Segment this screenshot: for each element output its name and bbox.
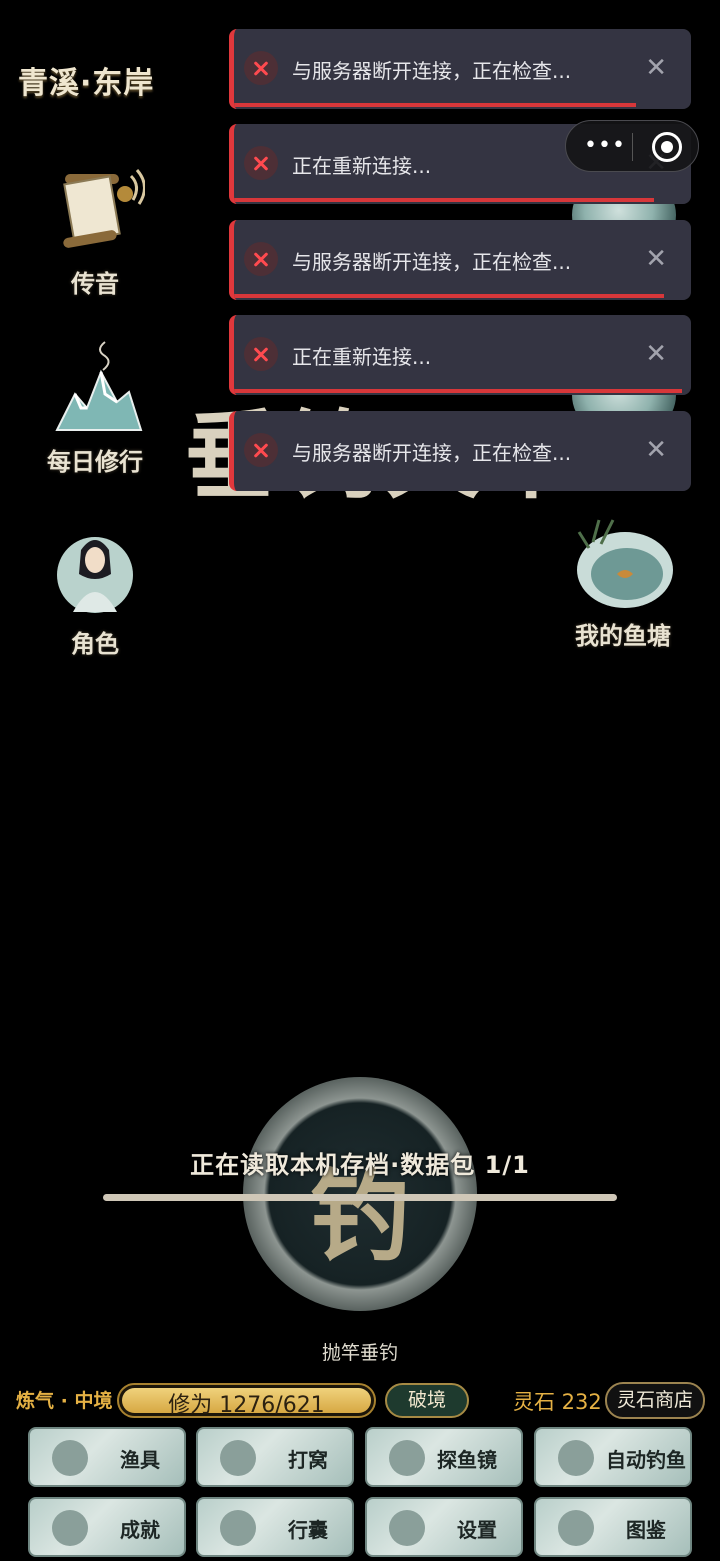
side-item-label: 每日修行 [47, 448, 143, 476]
toast-progress-bar [234, 198, 655, 202]
book-icon [52, 1510, 88, 1546]
inventory-button[interactable]: 行囊 [196, 1497, 354, 1557]
cultivation-progress: 修为 1276/621 [117, 1383, 376, 1418]
button-label: 自动钓鱼 [606, 1448, 686, 1472]
toast-progress-bar [234, 389, 682, 393]
bag-icon [220, 1510, 256, 1546]
fishing-rod-icon [558, 1440, 594, 1476]
fishing-gear-icon [52, 1440, 88, 1476]
target-circle-icon[interactable] [652, 132, 682, 162]
mirror-icon [389, 1440, 425, 1476]
catalog-book-icon [558, 1510, 594, 1546]
location-title: 青溪·东岸 [18, 66, 155, 101]
realm-label: 炼气 · 中境 [16, 1390, 113, 1412]
close-icon[interactable]: ✕ [645, 242, 667, 276]
scroll-bell-icon [45, 160, 146, 260]
settings-button[interactable]: 设置 [365, 1497, 523, 1557]
catalog-button[interactable]: 图鉴 [534, 1497, 692, 1557]
toast-message: 与服务器断开连接，正在检查... [292, 59, 572, 83]
button-label: 设置 [457, 1518, 497, 1542]
character-portrait-icon [45, 520, 145, 620]
cultivation-text: 修为 1276/621 [168, 1393, 325, 1418]
gear-button[interactable]: 渔具 [28, 1427, 186, 1487]
error-icon [244, 337, 278, 371]
spirit-stone-count: 灵石 232 [513, 1390, 602, 1414]
side-item-label: 传音 [71, 270, 119, 298]
bait-button[interactable]: 打窝 [196, 1427, 354, 1487]
bait-icon [220, 1440, 256, 1476]
toast-notification: 正在重新连接... ✕ [229, 315, 691, 395]
button-label: 图鉴 [626, 1518, 666, 1542]
spirit-shop-button[interactable]: 灵石商店 [605, 1382, 705, 1419]
toast-progress-bar [234, 294, 664, 298]
breakthrough-button[interactable]: 破境 [385, 1383, 469, 1418]
side-item-message[interactable]: 传音 [35, 160, 155, 299]
fish-finder-button[interactable]: 探鱼镜 [365, 1427, 523, 1487]
loading-text: 正在读取本机存档·数据包 1/1 [190, 1151, 530, 1179]
mountain-incense-icon [45, 338, 145, 438]
error-icon [244, 51, 278, 85]
button-label: 行囊 [288, 1518, 328, 1542]
error-icon [244, 242, 278, 276]
side-item-character[interactable]: 角色 [35, 520, 155, 659]
side-item-my-pond[interactable]: 我的鱼塘 [563, 512, 683, 651]
auto-fish-button[interactable]: 自动钓鱼 [534, 1427, 692, 1487]
toast-message: 与服务器断开连接，正在检查... [292, 250, 572, 274]
toast-message: 正在重新连接... [292, 345, 432, 369]
error-icon [244, 433, 278, 467]
toast-notification: 与服务器断开连接，正在检查... ✕ [229, 29, 691, 109]
button-label: 成就 [120, 1518, 160, 1542]
toast-progress-bar [234, 103, 637, 107]
gear-icon [389, 1510, 425, 1546]
toast-notification: 与服务器断开连接，正在检查... ✕ [229, 220, 691, 300]
toast-notification: 与服务器断开连接，正在检查... ✕ [229, 411, 691, 491]
miniapp-capsule: ••• [565, 120, 699, 172]
achievement-button[interactable]: 成就 [28, 1497, 186, 1557]
fish-pond-icon [573, 512, 673, 612]
button-label: 打窝 [288, 1448, 328, 1472]
loading-progress-bar [103, 1194, 617, 1201]
side-item-label: 我的鱼塘 [575, 622, 671, 650]
more-dots-icon[interactable]: ••• [584, 133, 626, 158]
close-icon[interactable]: ✕ [645, 433, 667, 467]
side-item-label: 角色 [71, 630, 119, 658]
button-label: 渔具 [120, 1448, 160, 1472]
side-item-daily-practice[interactable]: 每日修行 [35, 338, 155, 477]
button-label: 探鱼镜 [437, 1448, 497, 1472]
toast-message: 与服务器断开连接，正在检查... [292, 441, 572, 465]
error-icon [244, 146, 278, 180]
close-icon[interactable]: ✕ [645, 51, 667, 85]
close-icon[interactable]: ✕ [645, 337, 667, 371]
toast-message: 正在重新连接... [292, 154, 432, 178]
capsule-divider [632, 133, 633, 161]
cast-label: 抛竿垂钓 [321, 1342, 398, 1364]
